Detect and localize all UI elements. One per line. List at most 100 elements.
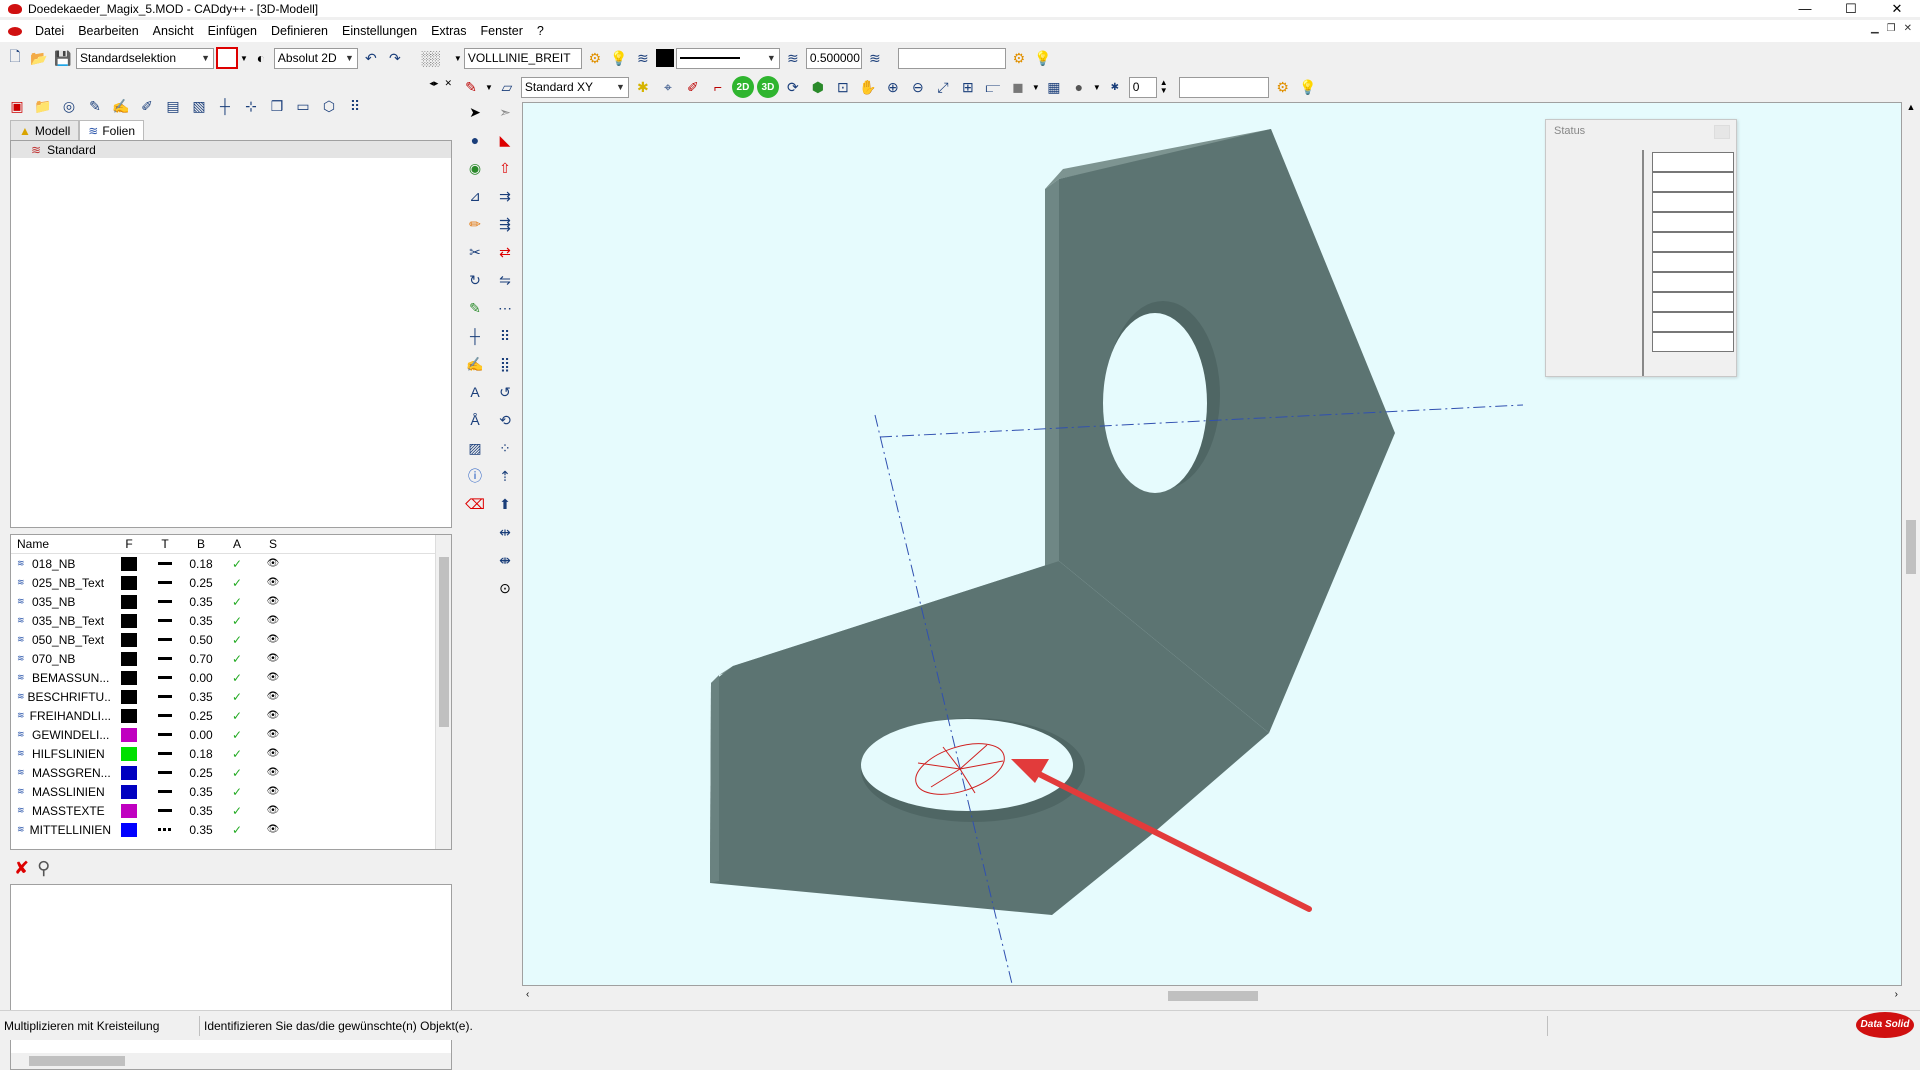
- layer-step-icon[interactable]: ⊹: [240, 95, 262, 117]
- dropdown-arrow-icon[interactable]: ▼: [240, 54, 248, 63]
- layer-row[interactable]: ≋ MASSTEXTE 0.35 ✓ 👁: [11, 801, 451, 820]
- measure-tool-icon[interactable]: ✂: [464, 240, 486, 264]
- layer-width[interactable]: 0.25: [183, 766, 219, 780]
- panel-close-icon[interactable]: ✕: [444, 78, 452, 88]
- undo-icon[interactable]: ↶: [360, 47, 382, 69]
- layer-color-swatch[interactable]: [121, 632, 137, 647]
- minimize-button[interactable]: —: [1782, 0, 1828, 17]
- layer-linetype-cell[interactable]: [147, 638, 183, 641]
- mdi-restore-button[interactable]: ❐: [1887, 23, 1896, 34]
- layer-row[interactable]: ≋ 025_NB_Text 0.25 ✓ 👁: [11, 573, 451, 592]
- layer-active-check-icon[interactable]: ✓: [219, 766, 255, 780]
- annotate-tool-icon[interactable]: ✍: [464, 352, 486, 376]
- align-2-icon[interactable]: ⇼: [494, 548, 516, 572]
- layer-color-swatch[interactable]: [121, 556, 137, 571]
- hatch-tool-icon[interactable]: ▨: [464, 436, 486, 460]
- layer-brush-icon[interactable]: ✐: [136, 95, 158, 117]
- layer-color-swatch[interactable]: [121, 670, 137, 685]
- coord-system-icon[interactable]: ◐: [250, 47, 272, 69]
- dimension-tool-icon[interactable]: ⊿: [464, 184, 486, 208]
- snap-mode-icon[interactable]: ⌖: [657, 76, 679, 98]
- layer-row[interactable]: ≋ BESCHRIFTU... 0.35 ✓ 👁: [11, 687, 451, 706]
- layer-stack-icon-3[interactable]: ≋: [864, 47, 886, 69]
- zoom-out-icon[interactable]: ⊖: [907, 76, 929, 98]
- layer-color-cell[interactable]: [111, 708, 147, 723]
- circular-copy-icon[interactable]: ↺: [494, 380, 516, 404]
- menu-einfuegen[interactable]: Einfügen: [201, 24, 264, 38]
- layer-active-check-icon[interactable]: ✓: [219, 671, 255, 685]
- hatch-icon[interactable]: ▦: [1043, 76, 1065, 98]
- col-a[interactable]: A: [219, 537, 255, 551]
- layer-active-check-icon[interactable]: ✓: [219, 557, 255, 571]
- scale-icon[interactable]: ⇄: [494, 240, 516, 264]
- globe-tool-icon[interactable]: ◉: [464, 156, 486, 180]
- menu-ansicht[interactable]: Ansicht: [146, 24, 201, 38]
- layer-color-swatch[interactable]: [121, 689, 137, 704]
- col-f[interactable]: F: [111, 537, 147, 551]
- select-alt-icon[interactable]: ➣: [494, 100, 516, 124]
- layer-color-swatch[interactable]: [121, 822, 137, 837]
- layer-visibility-eye-icon[interactable]: 👁: [255, 634, 291, 645]
- layer-width[interactable]: 0.18: [183, 747, 219, 761]
- layer-snap-icon[interactable]: ┼: [214, 95, 236, 117]
- layer-color-cell[interactable]: [111, 651, 147, 666]
- layer-color-cell[interactable]: [111, 556, 147, 571]
- layer-visibility-eye-icon[interactable]: 👁: [255, 786, 291, 797]
- grid-dropdown-icon[interactable]: ▼: [454, 54, 462, 63]
- multiply-linear-icon[interactable]: ⋯: [494, 296, 516, 320]
- layer-linetype-cell[interactable]: [147, 809, 183, 812]
- layer-row[interactable]: ≋ BEMASSUN... 0.00 ✓ 👁: [11, 668, 451, 687]
- col-b[interactable]: B: [183, 537, 219, 551]
- layer-scroll-thumb[interactable]: [439, 557, 449, 727]
- layer-linetype-cell[interactable]: [147, 562, 183, 565]
- layer-search-icon[interactable]: ◎: [58, 95, 80, 117]
- coord-mode-select[interactable]: Absolut 2D ▼: [273, 47, 358, 69]
- layer-active-check-icon[interactable]: ✓: [219, 785, 255, 799]
- rotate-copy-icon[interactable]: ⟲: [494, 408, 516, 432]
- menu-einstellungen[interactable]: Einstellungen: [335, 24, 424, 38]
- layer-active-check-icon[interactable]: ✓: [219, 614, 255, 628]
- menu-bearbeiten[interactable]: Bearbeiten: [71, 24, 145, 38]
- light-snap-icon[interactable]: ✱: [632, 76, 654, 98]
- text-tool-icon[interactable]: A: [464, 380, 486, 404]
- layer-row[interactable]: ≋ HILFSLINIEN 0.18 ✓ 👁: [11, 744, 451, 763]
- tab-modell[interactable]: ▲ Modell: [10, 120, 80, 140]
- new-file-icon[interactable]: 🗋: [4, 47, 26, 69]
- layer-visibility-eye-icon[interactable]: 👁: [255, 577, 291, 588]
- layer-color-cell[interactable]: [111, 670, 147, 685]
- move-icon[interactable]: ⇧: [494, 156, 516, 180]
- layer-width[interactable]: 0.35: [183, 823, 219, 837]
- close-button[interactable]: ✕: [1874, 0, 1920, 17]
- pencil-tool-icon[interactable]: ✏: [464, 212, 486, 236]
- mirror-icon[interactable]: ◣: [494, 128, 516, 152]
- pen-tool-icon[interactable]: ✎: [460, 76, 482, 98]
- grid-pattern-icon[interactable]: ░░: [408, 47, 452, 69]
- layer-properties-icon-2[interactable]: ⚙: [1008, 47, 1030, 69]
- layer-width[interactable]: 0.35: [183, 804, 219, 818]
- layer-color-swatch[interactable]: [121, 575, 137, 590]
- layer-stack-box-icon[interactable]: ▭: [292, 95, 314, 117]
- line-tool-icon[interactable]: ✎: [464, 296, 486, 320]
- layer-color-cell[interactable]: [111, 689, 147, 704]
- layer-row[interactable]: ≋ MITTELLINIEN 0.35 ✓ 👁: [11, 820, 451, 839]
- layer-width[interactable]: 0.25: [183, 709, 219, 723]
- rotate-view-icon[interactable]: ⟳: [782, 76, 804, 98]
- layer-edit-icon[interactable]: ✍: [110, 95, 132, 117]
- layer-row[interactable]: ≋ MASSLINIEN 0.35 ✓ 👁: [11, 782, 451, 801]
- menu-extras[interactable]: Extras: [424, 24, 473, 38]
- layer-linetype-cell[interactable]: [147, 790, 183, 793]
- layer-linetype-cell[interactable]: [147, 771, 183, 774]
- star-icon[interactable]: ✱: [1104, 76, 1126, 98]
- layer-row[interactable]: ≋ MASSGREN... 0.25 ✓ 👁: [11, 763, 451, 782]
- layer-color-cell[interactable]: [111, 803, 147, 818]
- scroll-up-icon[interactable]: ▲: [1902, 102, 1920, 112]
- save-icon[interactable]: 💾: [52, 47, 74, 69]
- sphere-tool-icon[interactable]: ●: [464, 128, 486, 152]
- section-icon[interactable]: ⫍: [982, 76, 1004, 98]
- color-swatch[interactable]: [655, 49, 674, 67]
- layer-width[interactable]: 0.50: [183, 633, 219, 647]
- arrow-up-2-icon[interactable]: ⬆: [494, 492, 516, 516]
- view-3d-button[interactable]: 3D: [756, 76, 779, 98]
- rotate-tool-icon[interactable]: ↻: [464, 268, 486, 292]
- redo-icon[interactable]: ↷: [384, 47, 406, 69]
